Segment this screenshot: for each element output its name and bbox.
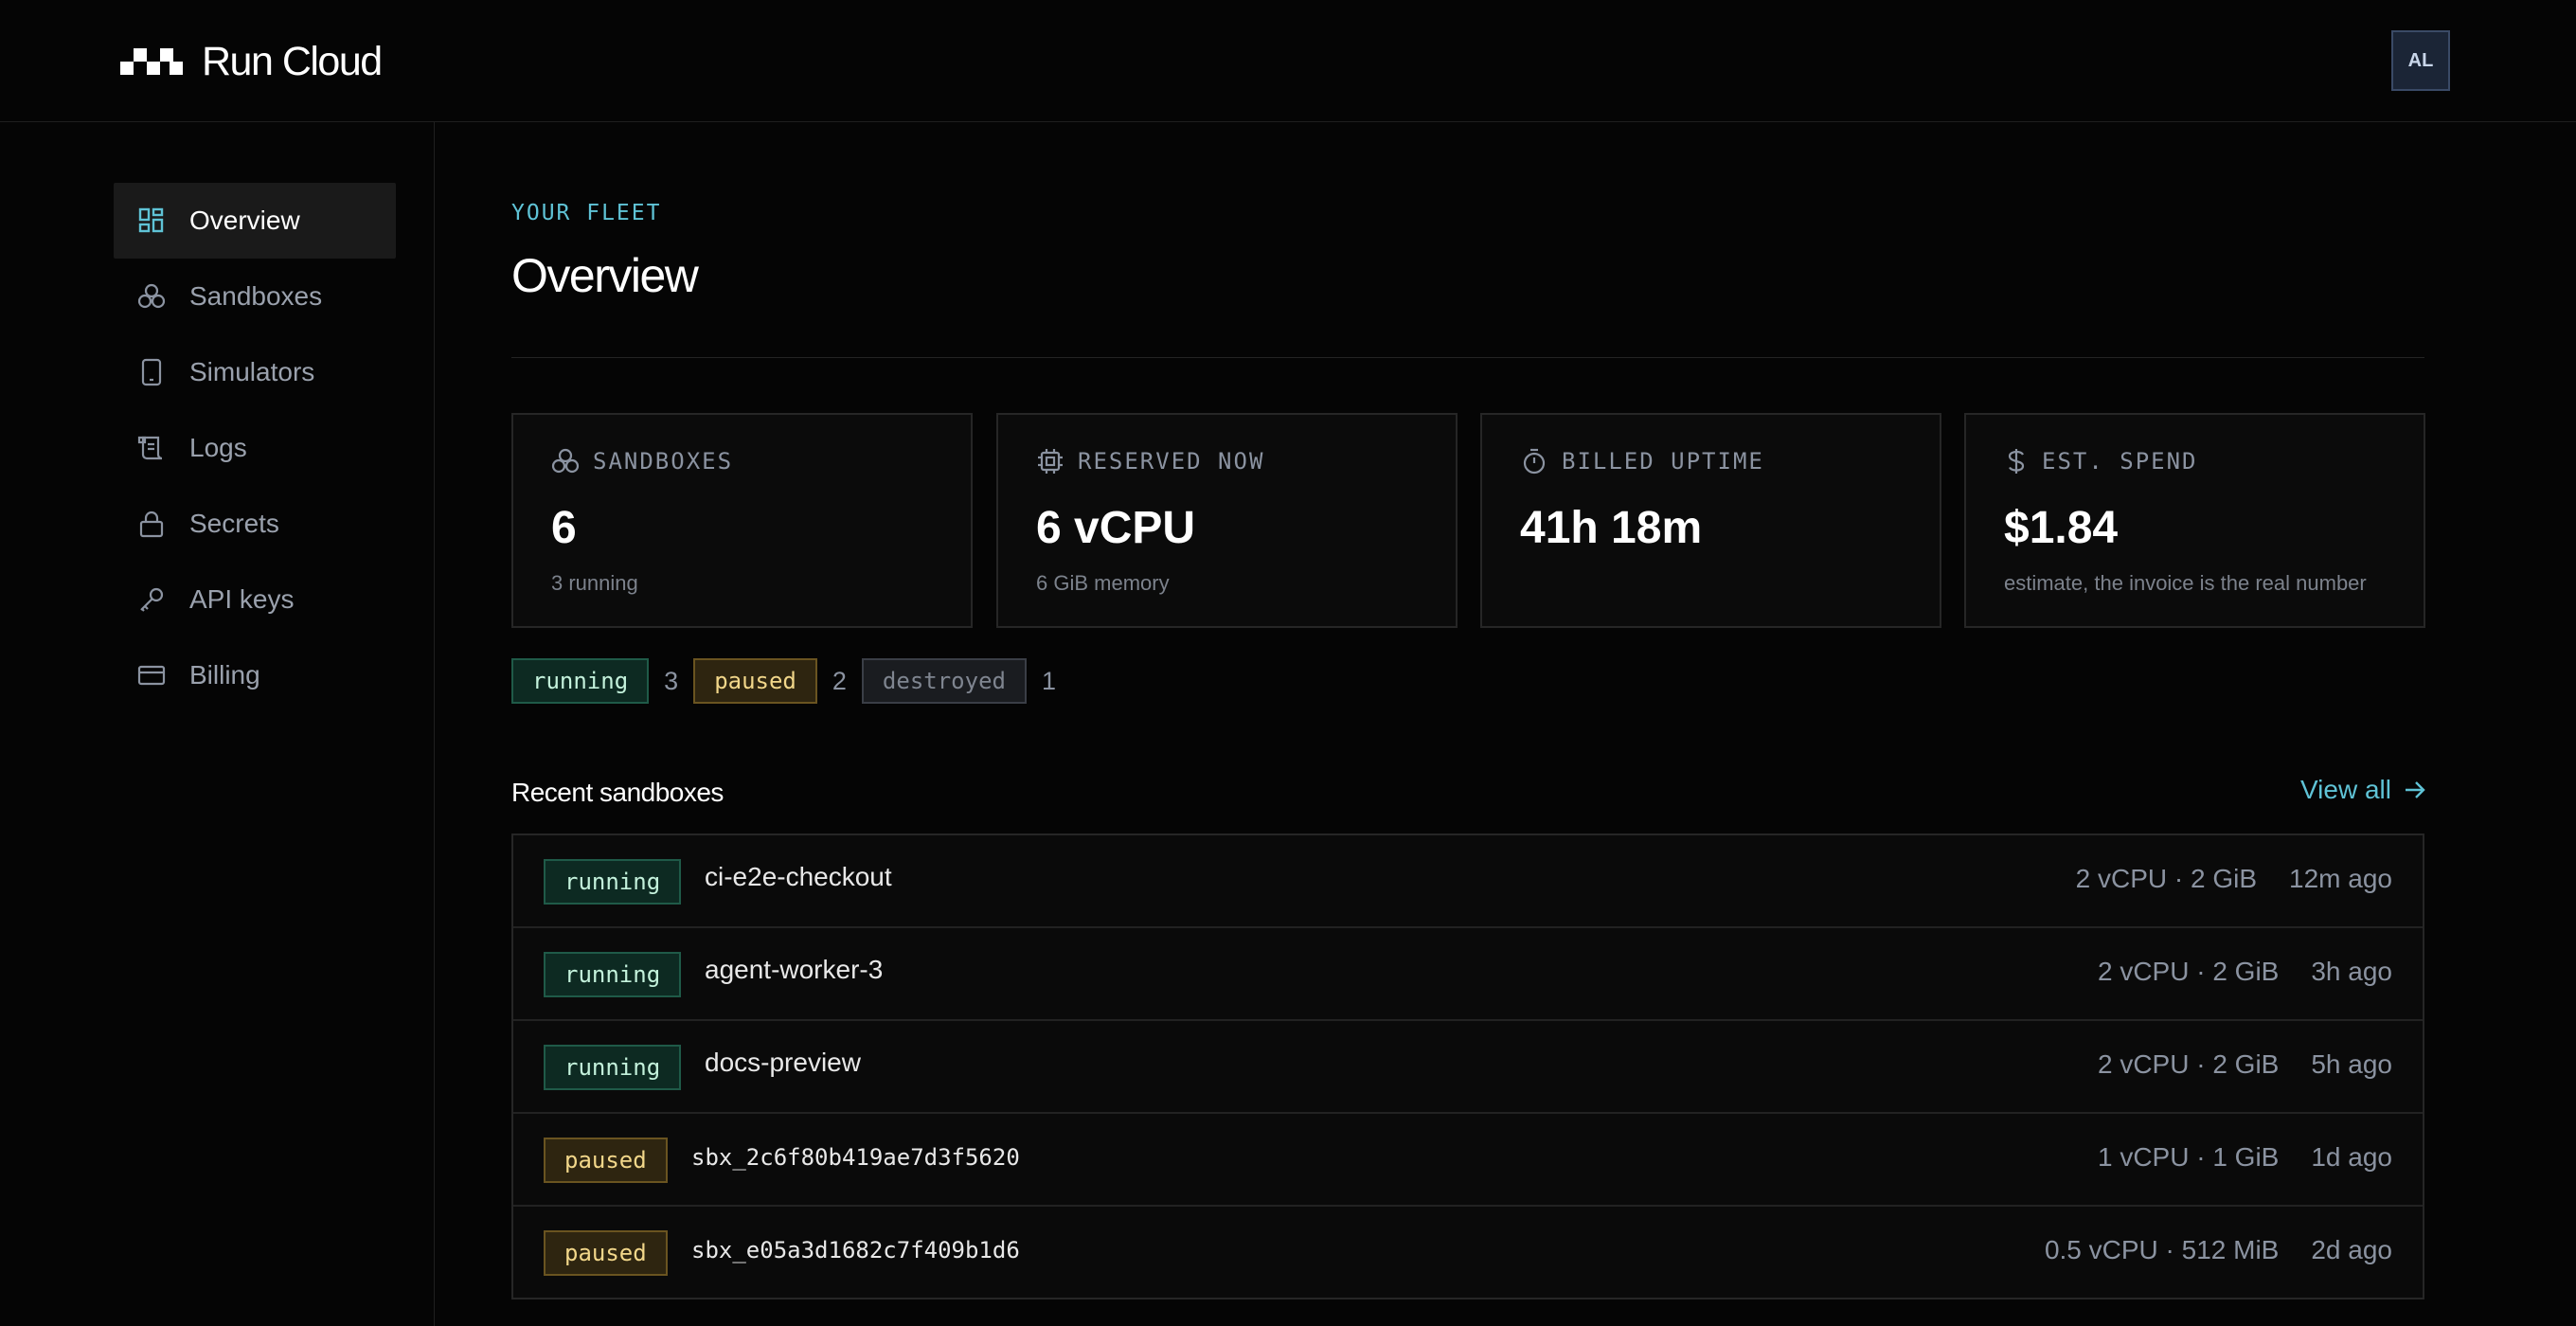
page-title: Overview [511,249,699,302]
stat-value: 41h 18m [1520,503,1703,553]
status-badge: running [544,952,682,997]
sandbox-age: 2d ago [2311,1235,2392,1264]
table-row[interactable]: paused sbx_e05a3d1682c7f409b1d6 0.5 vCPU… [513,1207,2423,1299]
header-divider [511,357,2424,358]
status-count-running: 3 [664,666,679,695]
sidebar-item-label: Logs [189,433,247,462]
brand-logo[interactable]: Run Cloud [120,36,383,87]
stopwatch-icon [1523,448,1546,475]
stat-value: $1.84 [2004,503,2119,553]
sandbox-spec: 0.5 vCPU · 512 MiB [2044,1235,2280,1264]
cpu-icon [1038,449,1063,474]
page-eyebrow: YOUR FLEET [511,201,662,225]
status-summary: running 3 paused 2 destroyed 1 [511,658,1071,704]
stat-label: EST. SPEND [2042,448,2198,475]
lock-icon [136,509,167,539]
stat-card-uptime: BILLED UPTIME 41h 18m [1480,413,1941,628]
credit-card-icon [136,660,167,690]
avatar[interactable]: AL [2391,30,2450,91]
sandbox-spec: 1 vCPU · 1 GiB [2097,1142,2280,1172]
stat-card-reserved: RESERVED NOW 6 vCPU 6 GiB memory [996,413,1458,628]
sandbox-id: sbx_e05a3d1682c7f409b1d6 [691,1237,1020,1263]
stat-subtext: 3 running [551,571,638,595]
stat-value: 6 vCPU [1036,503,1196,553]
stat-value: 6 [551,503,577,553]
key-icon [136,584,167,615]
sidebar-item-label: Sandboxes [189,281,323,311]
sidebar-item-sandboxes[interactable]: Sandboxes [114,259,396,334]
sidebar-item-label: Simulators [189,357,315,386]
recent-sandboxes-title: Recent sandboxes [511,778,724,807]
stat-card-sandboxes: SANDBOXES 6 3 running [511,413,973,628]
view-all-link[interactable]: View all [2300,775,2427,805]
table-row[interactable]: paused sbx_2c6f80b419ae7d3f5620 1 vCPU ·… [513,1114,2423,1207]
sidebar-item-api-keys[interactable]: API keys [114,562,396,637]
status-badge: paused [544,1138,668,1183]
sandbox-spec: 2 vCPU · 2 GiB [2097,957,2280,986]
sidebar-item-secrets[interactable]: Secrets [114,486,396,562]
stat-card-spend: EST. SPEND $1.84 estimate, the invoice i… [1964,413,2425,628]
sandbox-name: docs-preview [705,1048,861,1077]
grid-icon [136,206,167,236]
scroll-icon [136,433,167,463]
sidebar-item-label: Billing [189,660,260,690]
sandbox-age: 5h ago [2311,1049,2392,1079]
recent-sandboxes-table: running ci-e2e-checkout 2 vCPU · 2 GiB 1… [511,833,2424,1299]
sidebar-item-label: API keys [189,584,295,614]
phone-icon [136,357,167,387]
dollar-icon [2008,449,2025,474]
table-row[interactable]: running docs-preview 2 vCPU · 2 GiB 5h a… [513,1021,2423,1114]
sidebar-item-label: Secrets [189,509,279,538]
stat-label: BILLED UPTIME [1562,448,1764,475]
sidebar-item-logs[interactable]: Logs [114,410,396,486]
status-badge: running [544,859,682,905]
stat-subtext: estimate, the invoice is the real number [2004,571,2367,595]
status-count-paused: 2 [832,666,847,695]
sidebar: Overview Sandboxes Simulators Logs Secre… [0,122,435,1326]
sidebar-item-label: Overview [189,206,300,235]
sidebar-item-overview[interactable]: Overview [114,183,396,259]
status-badge: running [544,1045,682,1090]
table-row[interactable]: running agent-worker-3 2 vCPU · 2 GiB 3h… [513,928,2423,1021]
sandbox-id: sbx_2c6f80b419ae7d3f5620 [691,1144,1020,1171]
stat-label: RESERVED NOW [1078,448,1265,475]
top-bar: Run Cloud AL [0,0,2576,122]
stat-subtext: 6 GiB memory [1036,571,1170,595]
arrow-right-icon [2405,781,2425,798]
table-row[interactable]: running ci-e2e-checkout 2 vCPU · 2 GiB 1… [513,835,2423,928]
sandbox-name: ci-e2e-checkout [705,862,892,891]
sandbox-age: 3h ago [2311,957,2392,986]
sidebar-item-simulators[interactable]: Simulators [114,334,396,410]
sidebar-item-billing[interactable]: Billing [114,637,396,713]
sandbox-spec: 2 vCPU · 2 GiB [2075,864,2258,893]
checkered-flag-icon [120,48,183,75]
status-filter-running[interactable]: running [511,658,650,704]
brand-name: Run Cloud [202,38,383,84]
sandbox-name: agent-worker-3 [705,955,884,984]
stat-label: SANDBOXES [593,448,734,475]
status-filter-destroyed[interactable]: destroyed [861,658,1027,704]
status-filter-paused[interactable]: paused [693,658,817,704]
sandbox-spec: 2 vCPU · 2 GiB [2097,1049,2280,1079]
cubes-icon [551,448,580,474]
status-badge: paused [544,1230,668,1276]
view-all-label: View all [2300,775,2391,804]
cubes-icon [136,281,167,312]
status-count-destroyed: 1 [1041,666,1056,695]
sandbox-age: 12m ago [2289,864,2392,893]
sandbox-age: 1d ago [2311,1142,2392,1172]
